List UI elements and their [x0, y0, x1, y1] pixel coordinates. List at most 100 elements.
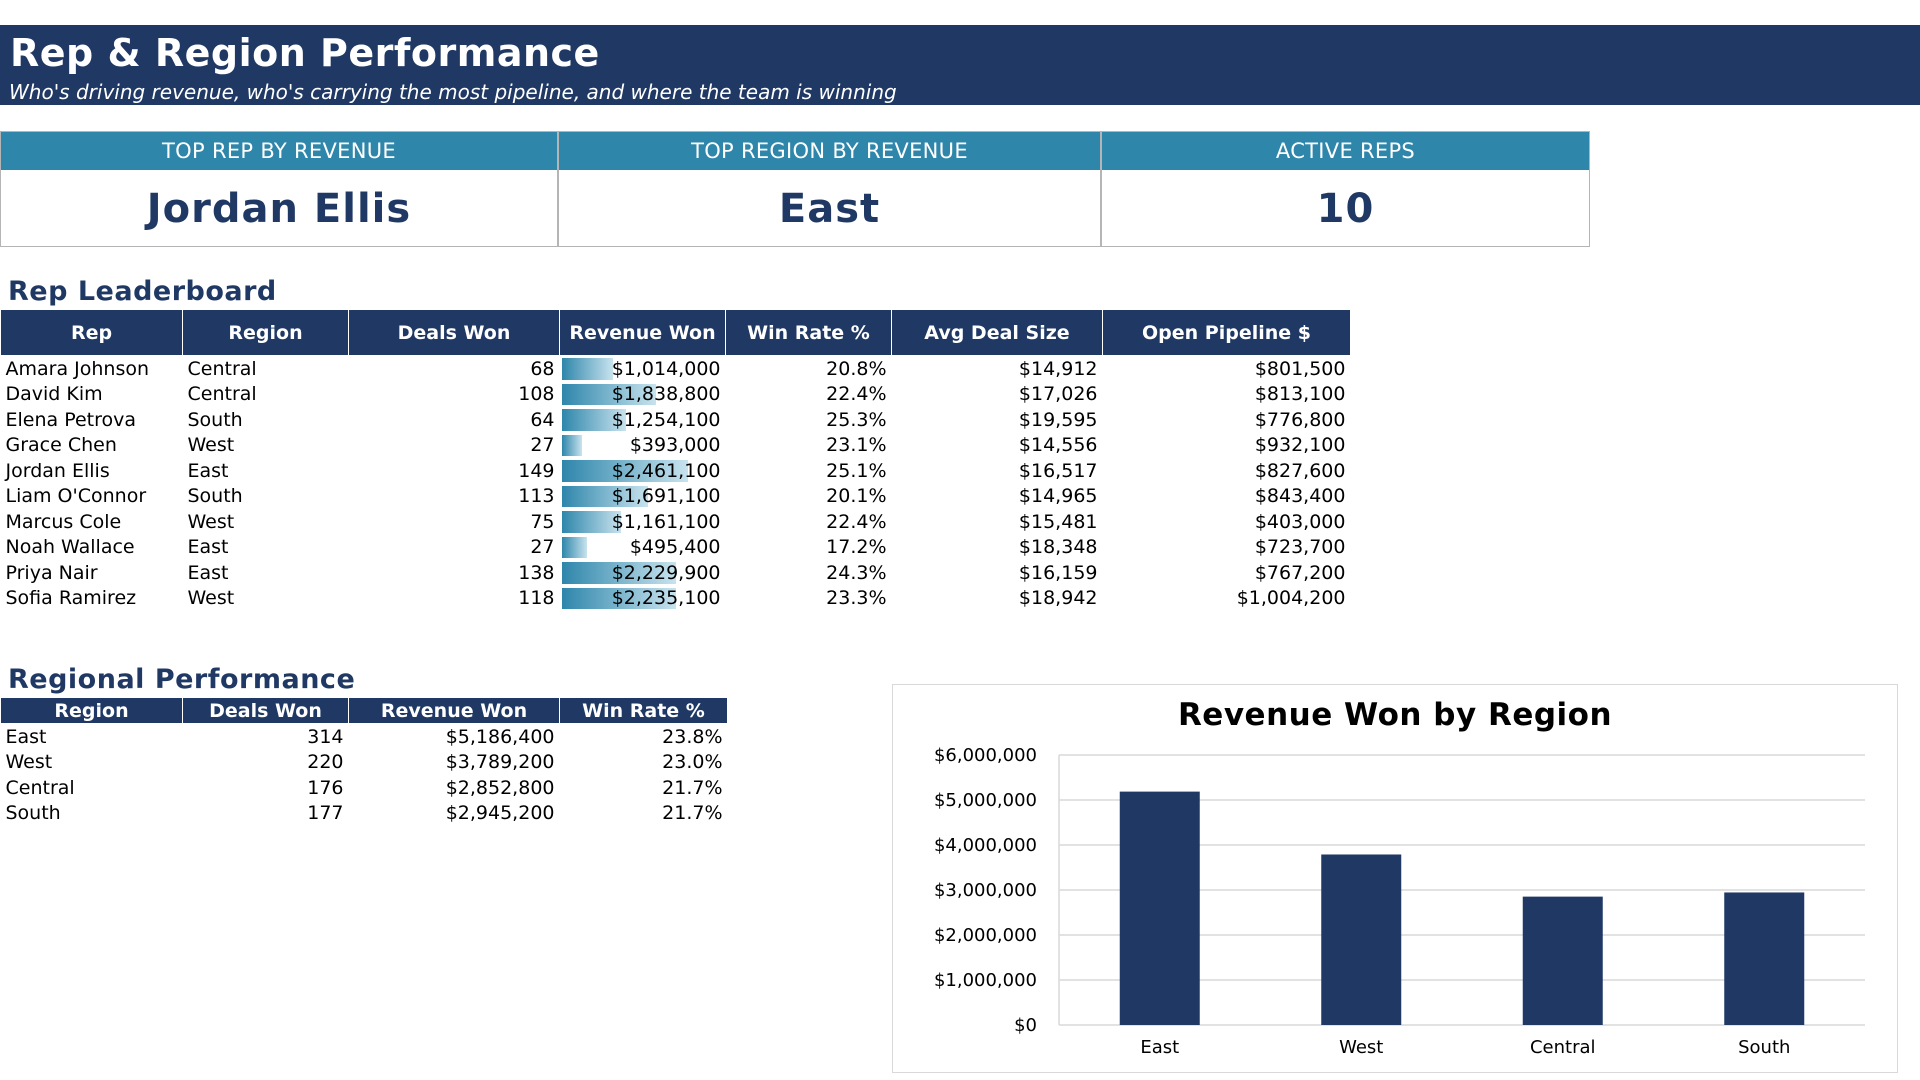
column-header-open-pipeline[interactable]: Open Pipeline $ [1102, 309, 1351, 356]
cell-revenue-won[interactable]: $1,014,000 [560, 356, 726, 382]
cell-avg-deal-size[interactable]: $16,517 [892, 458, 1103, 484]
cell-avg-deal-size[interactable]: $17,026 [892, 382, 1103, 408]
cell-region[interactable]: West [183, 586, 349, 612]
cell-rep[interactable]: Sofia Ramirez [1, 586, 183, 612]
cell-avg-deal-size[interactable]: $14,556 [892, 433, 1103, 459]
cell-avg-deal-size[interactable]: $19,595 [892, 407, 1103, 433]
cell-deals-won[interactable]: 68 [349, 356, 560, 382]
cell-win-rate[interactable]: 20.1% [726, 484, 892, 510]
cell-open-pipeline[interactable]: $827,600 [1103, 458, 1351, 484]
cell-open-pipeline[interactable]: $767,200 [1103, 560, 1351, 586]
cell-revenue-won[interactable]: $1,161,100 [560, 509, 726, 535]
cell-open-pipeline[interactable]: $801,500 [1103, 356, 1351, 382]
cell-region[interactable]: East [183, 458, 349, 484]
cell-deals-won[interactable]: 108 [349, 382, 560, 408]
cell-win-rate[interactable]: 22.4% [726, 382, 892, 408]
cell-open-pipeline[interactable]: $776,800 [1103, 407, 1351, 433]
cell-deals-won[interactable]: 118 [349, 586, 560, 612]
cell-win-rate[interactable]: 21.7% [560, 801, 728, 827]
column-header-deals-won[interactable]: Deals Won [182, 697, 349, 724]
cell-revenue-won[interactable]: $3,789,200 [349, 750, 560, 776]
cell-region[interactable]: East [1, 724, 183, 750]
cell-revenue-won[interactable]: $2,235,100 [560, 586, 726, 612]
cell-region[interactable]: East [183, 535, 349, 561]
cell-win-rate[interactable]: 23.3% [726, 586, 892, 612]
cell-region[interactable]: South [183, 407, 349, 433]
cell-region[interactable]: Central [183, 356, 349, 382]
cell-rep[interactable]: Jordan Ellis [1, 458, 183, 484]
cell-revenue-won[interactable]: $1,254,100 [560, 407, 726, 433]
cell-avg-deal-size[interactable]: $14,912 [892, 356, 1103, 382]
cell-open-pipeline[interactable]: $932,100 [1103, 433, 1351, 459]
bar-east[interactable] [1119, 791, 1200, 1025]
cell-deals-won[interactable]: 113 [349, 484, 560, 510]
cell-deals-won[interactable]: 27 [349, 535, 560, 561]
cell-deals-won[interactable]: 177 [183, 801, 349, 827]
cell-revenue-won[interactable]: $495,400 [560, 535, 726, 561]
cell-region[interactable]: Central [1, 775, 183, 801]
cell-win-rate[interactable]: 23.1% [726, 433, 892, 459]
cell-avg-deal-size[interactable]: $15,481 [892, 509, 1103, 535]
cell-open-pipeline[interactable]: $1,004,200 [1103, 586, 1351, 612]
cell-deals-won[interactable]: 75 [349, 509, 560, 535]
cell-win-rate[interactable]: 20.8% [726, 356, 892, 382]
column-header-deals-won[interactable]: Deals Won [348, 309, 560, 356]
revenue-by-region-chart[interactable]: Revenue Won by Region $0 $1,000,000 $2,000… [892, 684, 1898, 1073]
column-header-revenue-won[interactable]: Revenue Won [559, 309, 726, 356]
cell-deals-won[interactable]: 27 [349, 433, 560, 459]
cell-region[interactable]: West [183, 509, 349, 535]
cell-win-rate[interactable]: 21.7% [560, 775, 728, 801]
cell-revenue-won[interactable]: $2,229,900 [560, 560, 726, 586]
cell-win-rate[interactable]: 24.3% [726, 560, 892, 586]
cell-deals-won[interactable]: 314 [183, 724, 349, 750]
cell-revenue-won[interactable]: $1,838,800 [560, 382, 726, 408]
cell-rep[interactable]: Liam O'Connor [1, 484, 183, 510]
bar-central[interactable] [1522, 896, 1603, 1025]
cell-revenue-won[interactable]: $2,852,800 [349, 775, 560, 801]
column-header-region[interactable]: Region [0, 697, 183, 724]
cell-win-rate[interactable]: 23.8% [560, 724, 728, 750]
cell-win-rate[interactable]: 22.4% [726, 509, 892, 535]
bar-south[interactable] [1724, 892, 1805, 1025]
cell-deals-won[interactable]: 64 [349, 407, 560, 433]
cell-win-rate[interactable]: 17.2% [726, 535, 892, 561]
cell-deals-won[interactable]: 220 [183, 750, 349, 776]
cell-revenue-won[interactable]: $2,945,200 [349, 801, 560, 827]
column-header-win-rate[interactable]: Win Rate % [559, 697, 728, 724]
cell-open-pipeline[interactable]: $843,400 [1103, 484, 1351, 510]
cell-avg-deal-size[interactable]: $18,348 [892, 535, 1103, 561]
column-header-revenue-won[interactable]: Revenue Won [348, 697, 560, 724]
cell-rep[interactable]: Priya Nair [1, 560, 183, 586]
cell-win-rate[interactable]: 23.0% [560, 750, 728, 776]
cell-rep[interactable]: Marcus Cole [1, 509, 183, 535]
column-header-avg-deal-size[interactable]: Avg Deal Size [891, 309, 1103, 356]
cell-deals-won[interactable]: 176 [183, 775, 349, 801]
cell-deals-won[interactable]: 138 [349, 560, 560, 586]
cell-avg-deal-size[interactable]: $18,942 [892, 586, 1103, 612]
bar-west[interactable] [1321, 854, 1402, 1025]
cell-open-pipeline[interactable]: $723,700 [1103, 535, 1351, 561]
cell-open-pipeline[interactable]: $403,000 [1103, 509, 1351, 535]
cell-revenue-won[interactable]: $2,461,100 [560, 458, 726, 484]
cell-region[interactable]: South [183, 484, 349, 510]
cell-win-rate[interactable]: 25.3% [726, 407, 892, 433]
cell-rep[interactable]: Amara Johnson [1, 356, 183, 382]
column-header-region[interactable]: Region [182, 309, 349, 356]
cell-deals-won[interactable]: 149 [349, 458, 560, 484]
cell-rep[interactable]: Elena Petrova [1, 407, 183, 433]
cell-open-pipeline[interactable]: $813,100 [1103, 382, 1351, 408]
cell-rep[interactable]: Grace Chen [1, 433, 183, 459]
column-header-rep[interactable]: Rep [0, 309, 183, 356]
cell-rep[interactable]: Noah Wallace [1, 535, 183, 561]
cell-revenue-won[interactable]: $5,186,400 [349, 724, 560, 750]
cell-win-rate[interactable]: 25.1% [726, 458, 892, 484]
cell-region[interactable]: Central [183, 382, 349, 408]
cell-region[interactable]: West [1, 750, 183, 776]
cell-avg-deal-size[interactable]: $16,159 [892, 560, 1103, 586]
cell-avg-deal-size[interactable]: $14,965 [892, 484, 1103, 510]
cell-region[interactable]: South [1, 801, 183, 827]
column-header-win-rate[interactable]: Win Rate % [725, 309, 892, 356]
cell-revenue-won[interactable]: $1,691,100 [560, 484, 726, 510]
cell-region[interactable]: West [183, 433, 349, 459]
cell-revenue-won[interactable]: $393,000 [560, 433, 726, 459]
